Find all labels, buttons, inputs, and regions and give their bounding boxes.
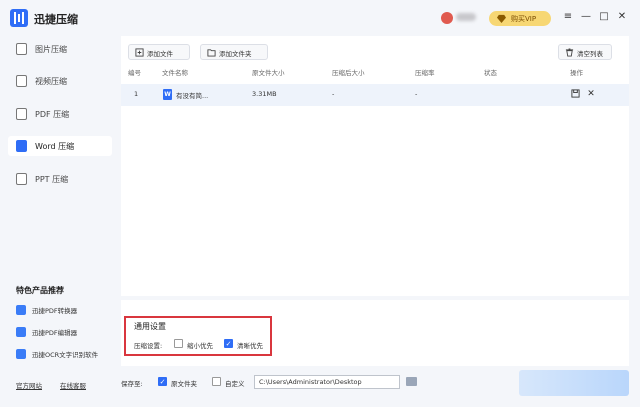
row-index: 1	[134, 90, 139, 98]
settings-highlight-box: 通用设置 压缩设置: 缩小优先 ✓ 清晰优先	[124, 316, 272, 356]
diamond-icon	[497, 14, 506, 23]
add-file-label: 添加文件	[147, 50, 173, 58]
settings-title: 通用设置	[134, 322, 166, 331]
featured-item-label: 迅捷PDF转换器	[32, 307, 78, 315]
clarity-priority-label: 清晰优先	[237, 342, 263, 350]
sidebar-item-pdf[interactable]: PDF 压缩	[8, 104, 112, 124]
featured-item-pdf-converter[interactable]: 迅捷PDF转换器	[16, 304, 116, 316]
app-logo-icon	[10, 9, 28, 27]
ocr-icon	[16, 349, 26, 359]
add-folder-label: 添加文件夹	[219, 50, 252, 58]
featured-item-label: 迅捷OCR文字识别软件	[32, 351, 99, 359]
maximize-icon[interactable]: □	[598, 11, 610, 23]
trash-icon	[565, 48, 574, 57]
word-icon	[16, 140, 27, 152]
custom-path-checkbox[interactable]	[212, 377, 221, 386]
featured-item-label: 迅捷PDF编辑器	[32, 329, 78, 337]
video-icon	[16, 75, 27, 87]
column-header: 操作	[570, 69, 583, 77]
sidebar-item-video[interactable]: 视频压缩	[8, 71, 112, 91]
image-icon	[16, 43, 27, 55]
sidebar-item-image[interactable]: 图片压缩	[8, 39, 112, 59]
sidebar-item-label: 视频压缩	[35, 77, 67, 86]
featured-item-pdf-editor[interactable]: 迅捷PDF编辑器	[16, 326, 116, 338]
word-file-icon: W	[163, 89, 172, 100]
add-folder-button[interactable]: 添加文件夹	[200, 44, 268, 60]
table-row[interactable]: 1 W 有没有简... 3.31MB - - ✕	[121, 84, 629, 106]
open-folder-icon[interactable]	[570, 89, 580, 99]
sidebar-item-label: PPT 压缩	[35, 175, 69, 184]
featured-item-ocr[interactable]: 迅捷OCR文字识别软件	[16, 348, 116, 360]
compression-mode-label: 压缩设置:	[134, 342, 163, 350]
clear-list-button[interactable]: 清空列表	[558, 44, 612, 60]
avatar[interactable]	[441, 12, 453, 24]
sidebar-item-label: Word 压缩	[35, 142, 75, 151]
remove-icon[interactable]: ✕	[586, 89, 596, 99]
online-support-link[interactable]: 在线客服	[60, 380, 86, 390]
column-header: 压缩后大小	[332, 69, 365, 77]
add-file-icon	[135, 48, 144, 57]
pdf-converter-icon	[16, 305, 26, 315]
clear-list-label: 清空列表	[577, 50, 603, 58]
featured-products-title: 特色产品推荐	[16, 286, 64, 295]
title-bar: 迅捷压缩 购买VIP ≡ — □ ✕	[0, 0, 640, 36]
username-blurred	[456, 13, 476, 21]
start-compress-button[interactable]	[519, 370, 629, 396]
pdf-editor-icon	[16, 327, 26, 337]
column-header: 压缩率	[415, 69, 435, 77]
column-header: 状态	[484, 69, 497, 77]
add-file-button[interactable]: 添加文件	[128, 44, 190, 60]
buy-vip-button[interactable]: 购买VIP	[489, 11, 551, 26]
sidebar-item-label: PDF 压缩	[35, 110, 70, 119]
sidebar: 图片压缩 视频压缩 PDF 压缩 Word 压缩 PPT 压缩 特色产品推荐 迅…	[0, 36, 120, 407]
app-title: 迅捷压缩	[34, 13, 78, 26]
compression-ratio: -	[415, 90, 418, 98]
folder-icon[interactable]	[406, 377, 417, 386]
original-folder-checkbox[interactable]: ✓	[158, 377, 167, 386]
general-settings-panel: 通用设置 压缩设置: 缩小优先 ✓ 清晰优先	[121, 300, 629, 366]
column-header: 编号	[128, 69, 141, 77]
column-header: 文件名称	[162, 69, 188, 77]
bottom-bar: 保存至: ✓ 原文件夹 自定义	[121, 370, 629, 396]
original-folder-label: 原文件夹	[171, 380, 197, 388]
shrink-priority-label: 缩小优先	[187, 342, 213, 350]
buy-vip-label: 购买VIP	[511, 15, 537, 23]
shrink-priority-checkbox[interactable]	[174, 339, 183, 348]
sidebar-item-label: 图片压缩	[35, 45, 67, 54]
save-path-field[interactable]	[254, 375, 400, 389]
save-to-label: 保存至:	[121, 380, 143, 388]
minimize-icon[interactable]: —	[580, 11, 592, 23]
add-folder-icon	[207, 49, 216, 57]
custom-path-label: 自定义	[225, 380, 245, 388]
file-name: 有没有简...	[176, 92, 209, 100]
pdf-icon	[16, 108, 27, 120]
clarity-priority-checkbox[interactable]: ✓	[224, 339, 233, 348]
compressed-size: -	[332, 90, 335, 98]
table-header: 编号 文件名称 原文件大小 压缩后大小 压缩率 状态 操作	[121, 66, 629, 78]
column-header: 原文件大小	[252, 69, 285, 77]
ppt-icon	[16, 173, 27, 185]
sidebar-item-word[interactable]: Word 压缩	[8, 136, 112, 156]
sidebar-item-ppt[interactable]: PPT 压缩	[8, 169, 112, 189]
official-site-link[interactable]: 官方网站	[16, 380, 42, 390]
menu-icon[interactable]: ≡	[562, 11, 574, 23]
original-size: 3.31MB	[252, 90, 277, 98]
close-icon[interactable]: ✕	[616, 11, 628, 23]
file-list-panel: 添加文件 添加文件夹 清空列表 编号 文件名称 原文件大小 压缩后大小 压缩率 …	[121, 36, 629, 296]
